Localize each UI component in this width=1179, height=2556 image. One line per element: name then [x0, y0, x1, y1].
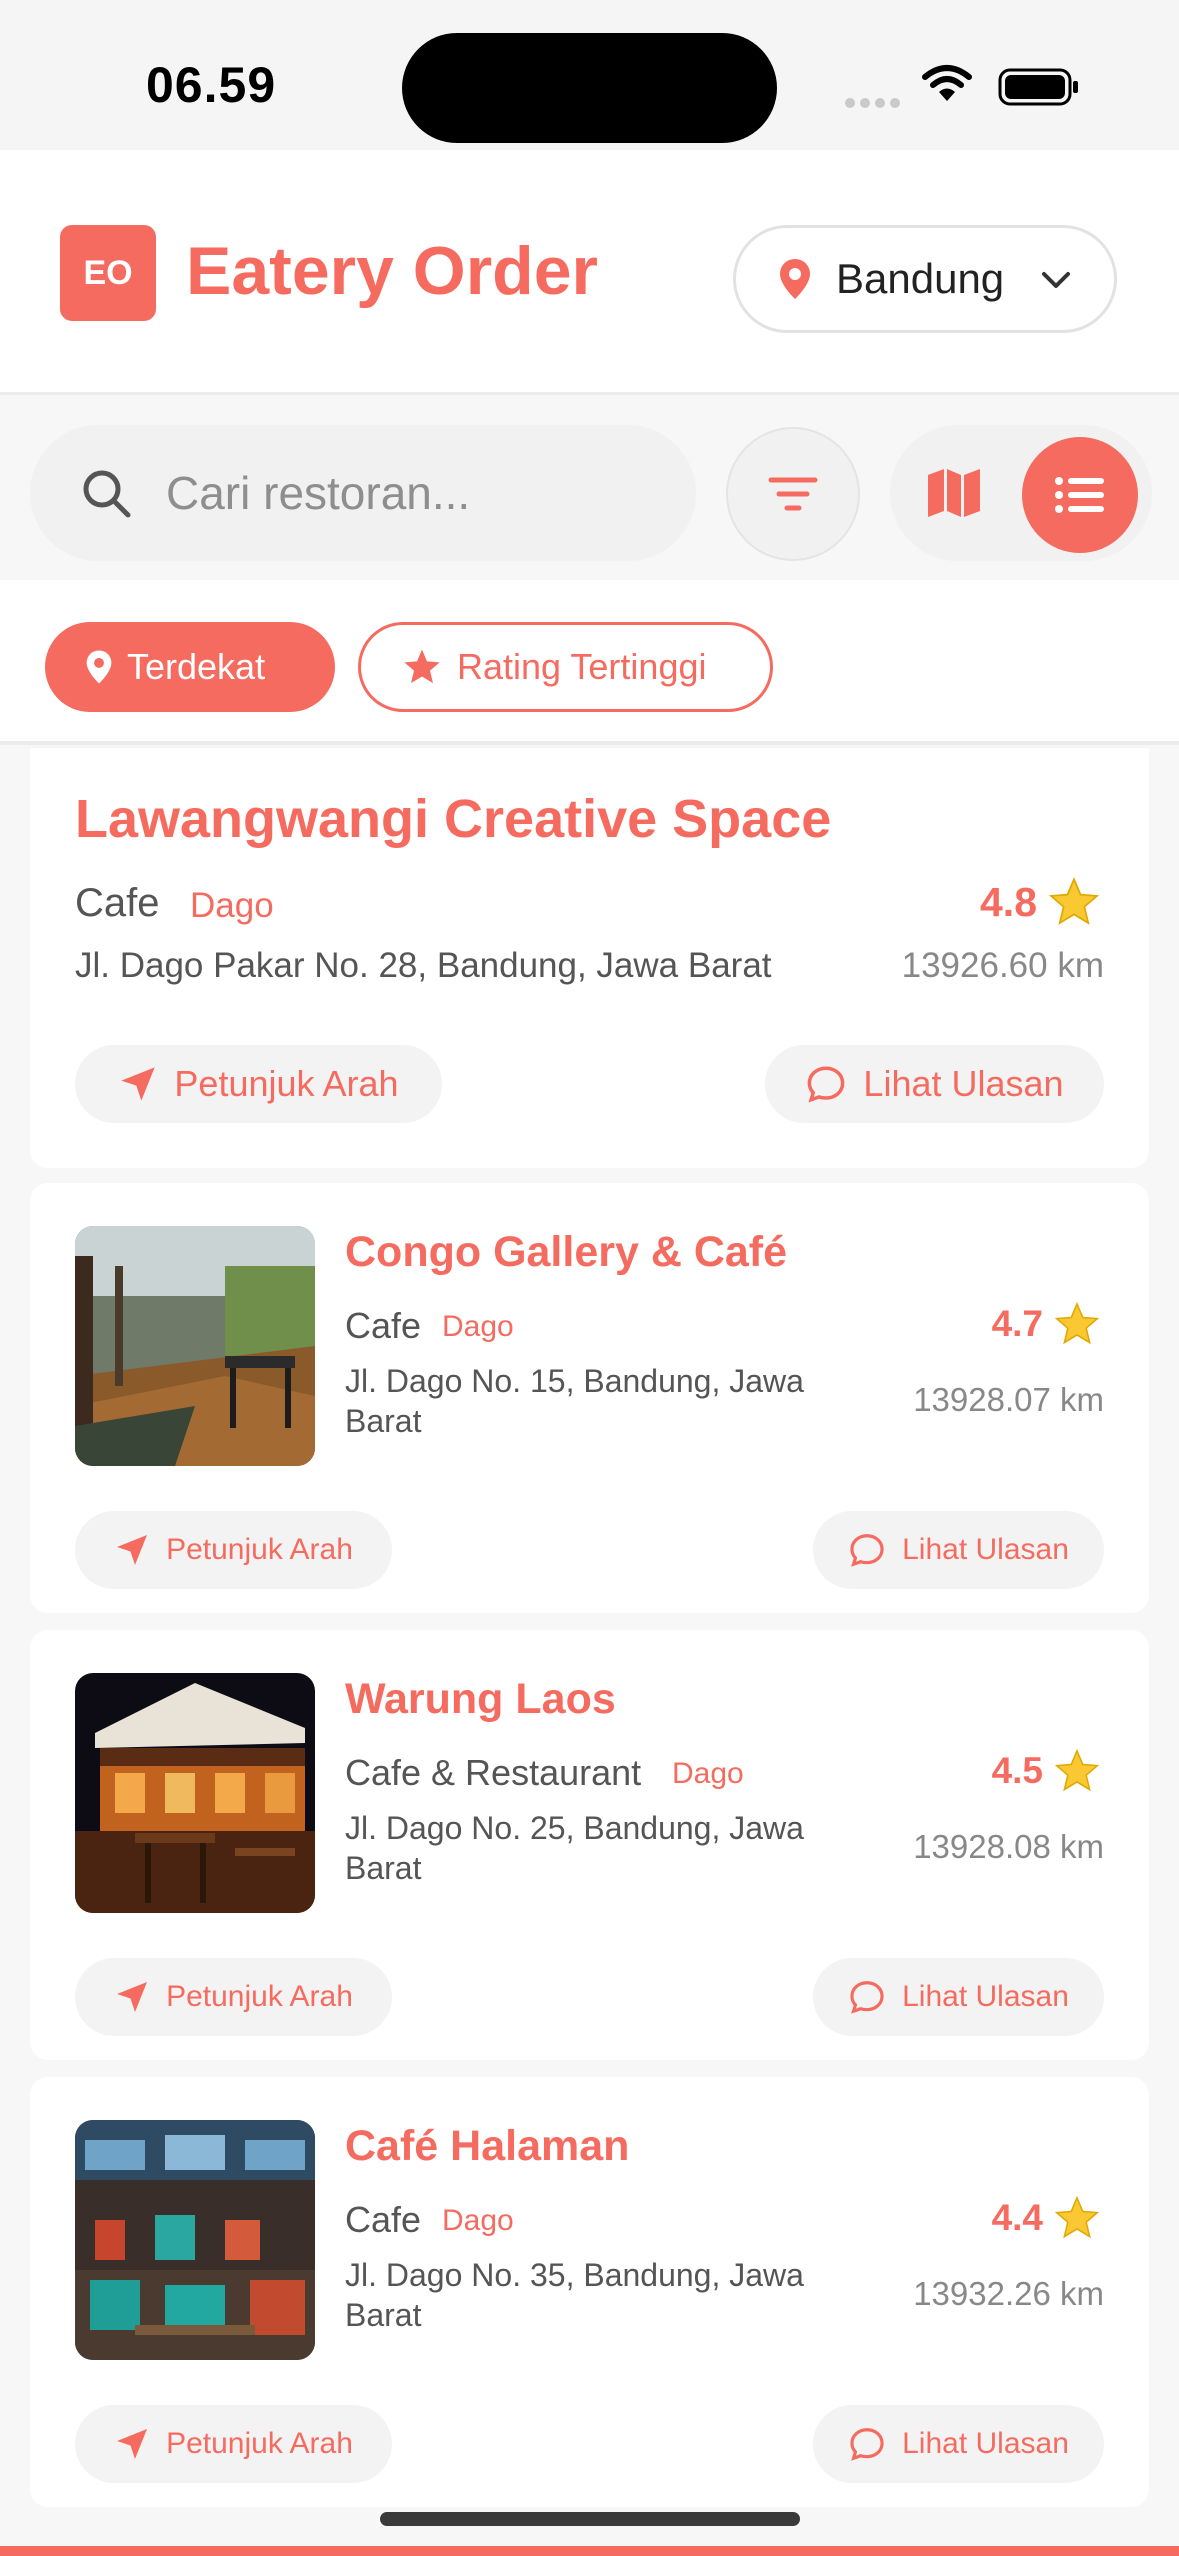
- chat-bubble-icon: [850, 2428, 884, 2461]
- star-icon: [1054, 1301, 1100, 1345]
- restaurant-address: Jl. Dago Pakar No. 28, Bandung, Jawa Bar…: [75, 946, 772, 985]
- restaurant-photo: [75, 1226, 315, 1466]
- rating-value: 4.8: [980, 878, 1037, 925]
- star-icon: [1054, 2195, 1100, 2239]
- app-logo: EO: [60, 225, 156, 321]
- reviews-button[interactable]: Lihat Ulasan: [813, 1511, 1104, 1589]
- directions-label: Petunjuk Arah: [166, 1980, 353, 2013]
- restaurant-area: Dago: [442, 1310, 514, 1343]
- directions-label: Petunjuk Arah: [166, 2427, 353, 2460]
- chip-nearest-label: Terdekat: [127, 646, 266, 687]
- bottom-accent-bar: [0, 2546, 1179, 2556]
- rating-value: 4.4: [991, 2197, 1043, 2238]
- star-icon: [1054, 1748, 1100, 1792]
- view-toggle: [890, 425, 1152, 561]
- restaurant-address: Jl. Dago No. 15, Bandung, Jawa Barat: [345, 1363, 804, 1439]
- star-icon: [1048, 877, 1100, 925]
- chip-top-rating-label: Rating Tertinggi: [457, 646, 707, 687]
- restaurant-name: Café Halaman: [345, 2122, 630, 2170]
- filter-button[interactable]: [726, 427, 860, 561]
- directions-button[interactable]: Petunjuk Arah: [75, 1958, 392, 2036]
- restaurant-rating: 4.4: [992, 2195, 1101, 2241]
- dynamic-island: [402, 33, 777, 143]
- star-icon: [404, 649, 440, 684]
- chat-bubble-icon: [850, 1534, 884, 1567]
- restaurant-address: Jl. Dago No. 35, Bandung, Jawa Barat: [345, 2257, 804, 2333]
- reviews-label: Lihat Ulasan: [863, 1063, 1064, 1104]
- restaurant-area: Dago: [442, 2204, 514, 2237]
- status-time: 06.59: [146, 57, 277, 113]
- restaurant-type: Cafe: [75, 881, 160, 925]
- search-input[interactable]: [166, 466, 646, 520]
- rating-value: 4.7: [991, 1303, 1043, 1344]
- restaurant-address: Jl. Dago No. 25, Bandung, Jawa Barat: [345, 1810, 804, 1886]
- status-bar: 06.59: [0, 0, 1179, 150]
- restaurant-name: Warung Laos: [345, 1675, 616, 1723]
- filter-icon: [768, 477, 818, 511]
- restaurant-photo: [75, 1673, 315, 1913]
- restaurant-name: Lawangwangi Creative Space: [75, 789, 832, 849]
- directions-button[interactable]: Petunjuk Arah: [75, 2405, 392, 2483]
- restaurant-area: Dago: [190, 886, 274, 925]
- location-pin-icon: [780, 259, 810, 299]
- app-title: Eatery Order: [186, 233, 598, 309]
- navigation-arrow-icon: [121, 1067, 156, 1101]
- location-pin-icon: [86, 650, 112, 684]
- restaurant-area: Dago: [672, 1757, 744, 1790]
- navigation-arrow-icon: [117, 2429, 148, 2459]
- reviews-label: Lihat Ulasan: [902, 1980, 1069, 2013]
- map-icon: [928, 469, 980, 517]
- restaurant-card[interactable]: Lawangwangi Creative Space Cafe Dago Jl.…: [30, 748, 1149, 1168]
- directions-label: Petunjuk Arah: [166, 1533, 353, 1566]
- chip-top-rating[interactable]: Rating Tertinggi: [358, 622, 773, 712]
- navigation-arrow-icon: [117, 1982, 148, 2012]
- rating-value: 4.5: [991, 1750, 1043, 1791]
- search-bar[interactable]: [30, 425, 696, 561]
- directions-button[interactable]: Petunjuk Arah: [75, 1511, 392, 1589]
- restaurant-type: Cafe: [345, 2199, 422, 2240]
- restaurant-card[interactable]: Congo Gallery & Café Cafe Dago Jl. Dago …: [30, 1183, 1149, 1613]
- chevron-down-icon: [1042, 272, 1070, 288]
- cellular-signal-icon: [845, 95, 907, 108]
- restaurant-type: Cafe & Restaurant: [345, 1752, 642, 1793]
- reviews-label: Lihat Ulasan: [902, 1533, 1069, 1566]
- search-icon: [83, 470, 131, 518]
- home-indicator[interactable]: [380, 2512, 800, 2526]
- restaurant-rating: 4.8: [980, 876, 1101, 928]
- chat-bubble-icon: [808, 1066, 845, 1103]
- app-header: EO Eatery Order Bandung: [0, 150, 1179, 395]
- restaurant-photo: [75, 2120, 315, 2360]
- navigation-arrow-icon: [117, 1535, 148, 1565]
- chip-nearest[interactable]: Terdekat: [45, 622, 335, 712]
- list-icon: [1055, 477, 1104, 513]
- restaurant-type: Cafe: [345, 1305, 422, 1346]
- city-name: Bandung: [836, 255, 1005, 302]
- restaurant-distance: 13926.60 km: [901, 946, 1104, 985]
- wifi-icon: [922, 65, 972, 101]
- restaurant-card[interactable]: Café Halaman Cafe Dago Jl. Dago No. 35, …: [30, 2077, 1149, 2507]
- restaurant-distance: 13928.08 km: [913, 1828, 1104, 1865]
- directions-button[interactable]: Petunjuk Arah: [75, 1045, 442, 1123]
- restaurant-card[interactable]: Warung Laos Cafe & Restaurant Dago Jl. D…: [30, 1630, 1149, 2060]
- restaurant-distance: 13928.07 km: [913, 1381, 1104, 1418]
- battery-icon: [998, 68, 1078, 106]
- restaurant-rating: 4.7: [992, 1301, 1101, 1347]
- list-view-button[interactable]: [1022, 437, 1138, 553]
- reviews-label: Lihat Ulasan: [902, 2427, 1069, 2460]
- directions-label: Petunjuk Arah: [174, 1063, 399, 1104]
- city-selector[interactable]: Bandung: [733, 225, 1117, 333]
- restaurant-rating: 4.5: [992, 1748, 1101, 1794]
- sort-chips: Terdekat Rating Tertinggi: [0, 580, 1179, 745]
- reviews-button[interactable]: Lihat Ulasan: [813, 2405, 1104, 2483]
- restaurant-name: Congo Gallery & Café: [345, 1228, 788, 1276]
- restaurant-distance: 13932.26 km: [913, 2275, 1104, 2312]
- chat-bubble-icon: [850, 1981, 884, 2014]
- reviews-button[interactable]: Lihat Ulasan: [813, 1958, 1104, 2036]
- reviews-button[interactable]: Lihat Ulasan: [765, 1045, 1104, 1123]
- map-view-button[interactable]: [920, 459, 988, 527]
